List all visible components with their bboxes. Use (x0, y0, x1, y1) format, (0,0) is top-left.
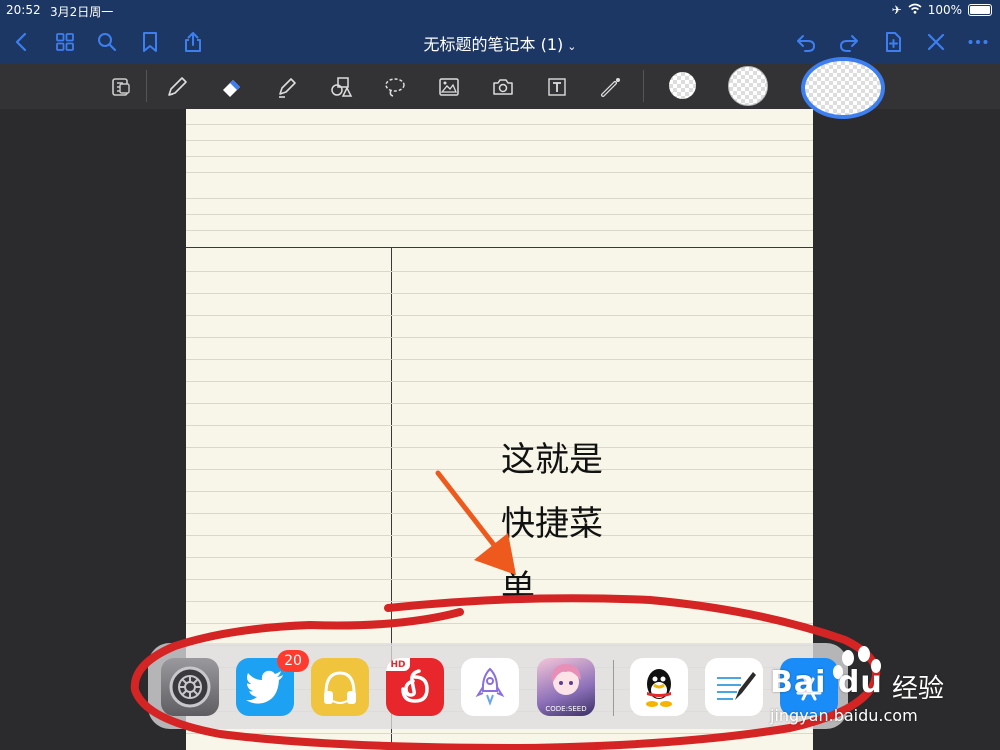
ruled-line (186, 513, 813, 514)
ruled-line (186, 198, 813, 199)
document-icon[interactable] (106, 72, 136, 102)
pen-icon[interactable] (162, 72, 192, 102)
laser-pointer-icon[interactable] (596, 72, 626, 102)
status-right: ✈ 100% (892, 3, 992, 17)
add-page-icon[interactable] (879, 28, 907, 56)
watermark-cn: 经验 (892, 674, 945, 704)
note-line: 这就是 (501, 440, 603, 480)
ruled-line (186, 601, 813, 602)
hd-label: HD (386, 658, 410, 671)
eraser-size-small[interactable] (669, 72, 696, 99)
game-app-icon[interactable]: CODE:SEED (537, 658, 595, 716)
more-icon[interactable] (964, 28, 992, 56)
handwritten-note: 这就是 快捷菜 单 (501, 428, 631, 620)
undo-icon[interactable] (792, 28, 820, 56)
status-bar: 20:52 3月2日周一 ✈ 100% (0, 0, 1000, 20)
battery-percent: 100% (927, 3, 962, 17)
ruled-line (186, 337, 813, 338)
game-label: CODE:SEED (545, 705, 587, 713)
ruled-line (186, 172, 813, 173)
redo-icon[interactable] (835, 28, 863, 56)
wifi-icon (908, 3, 922, 17)
ruled-line (186, 403, 813, 404)
eraser-size-large[interactable] (801, 57, 885, 119)
ruled-line (186, 140, 813, 141)
text-box-icon[interactable] (542, 72, 572, 102)
ruled-line (186, 230, 813, 231)
ruled-line (186, 359, 813, 360)
ruled-line (186, 425, 813, 426)
ruled-line (186, 579, 813, 580)
ruled-line (186, 293, 813, 294)
eraser-size-medium[interactable] (728, 66, 768, 106)
ruled-line (186, 623, 813, 624)
dock-divider (613, 660, 614, 716)
ruled-line (186, 124, 813, 125)
battery-icon (968, 4, 992, 16)
ruled-line (186, 271, 813, 272)
note-line: 快捷菜 (501, 504, 603, 544)
shapes-icon[interactable] (326, 72, 356, 102)
ruled-line (186, 315, 813, 316)
baidu-watermark: Bai du 经验 jingyan.baidu.com (770, 640, 1000, 735)
notes-app-icon[interactable] (705, 658, 763, 716)
ruled-line (186, 491, 813, 492)
notebook-title-text: 无标题的笔记本 (1) (423, 35, 564, 54)
settings-app-icon[interactable] (161, 658, 219, 716)
eraser-icon[interactable] (217, 72, 247, 102)
airplane-icon: ✈ (891, 3, 902, 17)
watermark-brand: Bai du (770, 665, 883, 700)
qq-app-icon[interactable] (630, 658, 688, 716)
header-divider (186, 247, 813, 248)
toolbar-divider (643, 70, 644, 102)
highlighter-icon[interactable] (272, 72, 302, 102)
status-date: 3月2日周一 (50, 5, 114, 19)
watermark-url: jingyan.baidu.com (770, 706, 918, 725)
rocket-app-icon[interactable] (461, 658, 519, 716)
ruled-line (186, 469, 813, 470)
lasso-icon[interactable] (380, 72, 410, 102)
ruled-line (186, 381, 813, 382)
close-icon[interactable] (922, 28, 950, 56)
ruled-line (186, 733, 813, 734)
ruled-line (186, 214, 813, 215)
ruled-line (186, 156, 813, 157)
notification-badge: 20 (277, 650, 309, 672)
note-line: 单 (501, 568, 535, 608)
music-app-icon[interactable] (311, 658, 369, 716)
ruled-line (186, 447, 813, 448)
camera-icon[interactable] (488, 72, 518, 102)
ruled-line (186, 535, 813, 536)
netease-cloud-music-app-icon[interactable]: HD (386, 658, 444, 716)
toolbar-divider (146, 70, 147, 102)
ruled-line (186, 557, 813, 558)
chevron-down-icon: ⌄ (567, 40, 577, 53)
image-icon[interactable] (434, 72, 464, 102)
status-time: 20:52 (6, 3, 41, 17)
